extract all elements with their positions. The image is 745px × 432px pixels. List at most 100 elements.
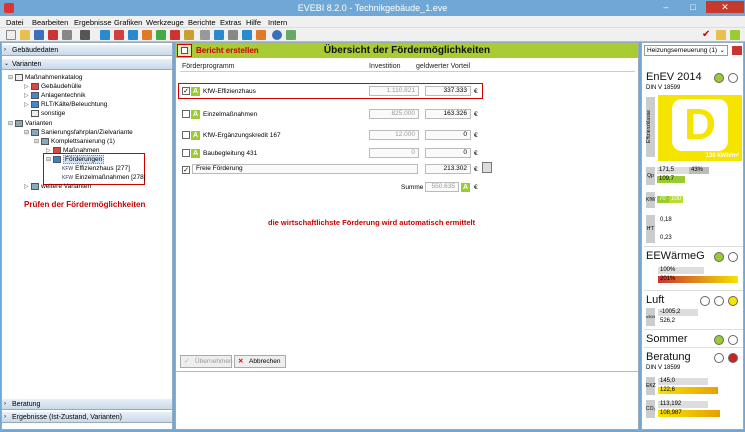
tool-icon[interactable] [80,30,90,40]
beratung-norm: DIN V 18599 [646,365,681,371]
tree-label: sonstige [41,110,66,117]
varianten-header[interactable]: ⌄ Varianten [2,59,172,70]
building-icon[interactable] [100,30,110,40]
luft-bar-1: -1005,2 [658,309,698,316]
close-button[interactable]: ✕ [706,1,744,13]
qp-label: Qp [646,167,655,185]
menu-ergebnisse[interactable]: Ergebnisse [74,18,112,27]
tree-label: weitere Varianten [41,183,92,190]
variant-dropdown[interactable]: Heizungserneuerung (1) ⌄ [644,45,728,56]
variants-icon [15,119,23,127]
menu-bearbeiten[interactable]: Bearbeiten [32,18,68,27]
variants-icon [31,182,39,190]
menu-berichte[interactable]: Berichte [188,18,216,27]
export-icon[interactable] [48,30,58,40]
status-empty [714,353,724,363]
efficiency-class-letter: D [672,99,728,151]
calc-icon[interactable] [214,30,224,40]
abbrechen-label: Abbrechen [249,358,281,365]
checkbox-einzelmassnahmen[interactable] [182,110,190,118]
freie-foerderung-input[interactable]: Freie Förderung [192,164,418,174]
menu-intern[interactable]: Intern [268,18,287,27]
luft-label: n50/inf [646,308,655,326]
checkbox-effizienzhaus[interactable]: ✓ [182,87,190,95]
col-vorteil: geldwerter Vorteil [416,63,471,70]
col-foerderprogramm: Förderprogramm [182,63,235,70]
qp-bar-pct: 43% [689,167,709,174]
info-icon[interactable] [286,30,296,40]
ergebnisse-label: Ergebnisse (Ist-Zustand, Varianten) [12,414,122,421]
status-red [728,353,738,363]
abbrechen-button[interactable]: ✕ Abbrechen [234,355,286,368]
help-icon[interactable] [272,30,282,40]
heating-icon[interactable] [142,30,152,40]
uebernehmen-button[interactable]: ✓ Übernehmen [180,355,233,368]
vorteil-freie-foerderung[interactable]: 213.302 [425,164,471,174]
euro: € [474,88,478,95]
house-icon [31,82,39,90]
hull-icon[interactable] [114,30,124,40]
new-file-icon[interactable] [6,30,16,40]
tree-label: Sanierungsfahrplan/Zielvariante [41,129,133,136]
enev-title: EnEV 2014 [646,71,702,83]
minimize-button[interactable]: – [652,1,680,13]
class-a-badge: A [191,149,200,158]
menu-werkzeuge[interactable]: Werkzeuge [146,18,184,27]
tree-label: Gebäudehülle [41,83,82,90]
maximize-button[interactable]: □ [680,1,706,13]
beratung-header[interactable]: › Beratung [2,399,172,410]
status-empty [700,296,710,306]
pin-icon[interactable] [732,46,742,55]
right-panel: Heizungserneuerung (1) ⌄ EnEV 2014 DIN V … [641,42,744,430]
chart-icon[interactable] [184,30,194,40]
plant-icon[interactable] [156,30,166,40]
menu-datei[interactable]: Datei [6,18,24,27]
efficiency-class-badge: D 130 kWh/m² [658,95,742,161]
class-a-badge: A [191,110,200,119]
checkbox-baubegleitung[interactable] [182,149,190,157]
center-panel: Bericht erstellen Übersicht der Fördermö… [175,42,639,430]
status-yellow [728,296,738,306]
hvac-icon[interactable] [128,30,138,40]
effizienz-label: Effizienzklasse [646,97,655,157]
energy-icon[interactable] [256,30,266,40]
euro: € [474,166,478,173]
sommer-section: Sommer [644,331,743,348]
ht-value-1: 0,18 [660,217,672,223]
tree-label: Varianten [25,120,53,127]
open-folder-icon[interactable] [20,30,30,40]
beratung-title: Beratung [646,351,691,363]
table-icon[interactable] [242,30,252,40]
check-icon[interactable]: ✔ [702,30,712,40]
tree-sonstige[interactable]: sonstige [24,109,65,118]
checkbox-ergaenzungskredit[interactable] [182,131,190,139]
tree-label: Maßnahmenkatalog [25,74,83,81]
euro: € [474,150,478,157]
sommer-title: Sommer [646,333,688,345]
print-icon[interactable] [228,30,238,40]
vorteil-ergaenzungskredit: 0 [425,130,471,140]
hvac-icon [31,91,39,99]
ergebnisse-header[interactable]: › Ergebnisse (Ist-Zustand, Varianten) [2,412,172,423]
checkbox-freie-foerderung[interactable]: ✓ [182,166,190,174]
save-icon[interactable] [34,30,44,40]
eval-icon[interactable] [62,30,72,40]
menu-hilfe[interactable]: Hilfe [246,18,261,27]
qp-bar-2: 109,7 [657,176,685,183]
forward-icon[interactable] [716,30,726,40]
qp-bar-1: 171,5 [657,167,689,174]
vorteil-einzelmassnahmen: 163.326 [425,109,471,119]
tree-weitere-varianten[interactable]: ▷ weitere Varianten [24,182,91,192]
label-baubegleitung: Baubegleitung 431 [203,150,258,157]
chart-line-icon[interactable] [730,30,740,40]
calculator-icon[interactable] [482,162,492,173]
funding-icon [53,155,61,163]
report-icon[interactable] [170,30,180,40]
gebaeudedaten-header[interactable]: › Gebäudedaten [2,45,172,56]
kfw-bar-2: 100 [669,196,683,203]
menu-grafiken[interactable]: Grafiken [114,18,142,27]
window-title: EVEBI 8.2.0 - Technikgebäude_1.eve [297,3,448,13]
grid-icon[interactable] [200,30,210,40]
menu-extras[interactable]: Extras [220,18,241,27]
col-investition: Investition [369,63,401,70]
